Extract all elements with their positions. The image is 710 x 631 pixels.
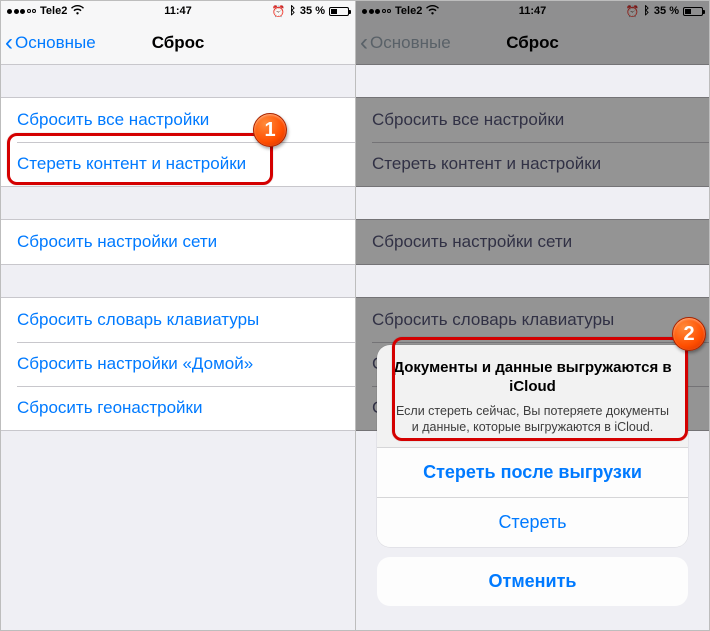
sheet-body: Если стереть сейчас, Вы потеряете докуме… <box>393 403 672 436</box>
erase-after-upload-button[interactable]: Стереть после выгрузки <box>377 447 688 497</box>
page-title: Сброс <box>356 33 709 53</box>
nav-bar: ‹ Основные Сброс <box>1 21 355 65</box>
callout-badge-1: 1 <box>253 113 287 147</box>
phone-right: Tele2 11:47 ⏰ ᛒ 35 % ‹ Основные Сброс <box>355 1 709 630</box>
reset-group-1: Сбросить все настройки Стереть контент и… <box>1 97 355 187</box>
reset-location[interactable]: Сбросить геонастройки <box>1 386 355 430</box>
erase-content-settings[interactable]: Стереть контент и настройки <box>1 142 355 186</box>
reset-network[interactable]: Сбросить настройки сети <box>1 220 355 264</box>
action-sheet: Документы и данные выгружаются в iCloud … <box>377 345 688 606</box>
page-title: Сброс <box>1 33 355 53</box>
clock: 11:47 <box>1 5 355 17</box>
reset-group-3: Сбросить словарь клавиатуры Сбросить нас… <box>1 297 355 431</box>
action-sheet-backdrop: Документы и данные выгружаются в iCloud … <box>356 65 709 630</box>
phone-left: Tele2 11:47 ⏰ ᛒ 35 % ‹ Основные Сброс <box>1 1 355 630</box>
battery-icon <box>683 7 703 16</box>
callout-badge-2: 2 <box>672 317 706 351</box>
erase-now-button[interactable]: Стереть <box>377 497 688 547</box>
reset-list: Сбросить все настройки Стереть контент и… <box>1 97 355 431</box>
reset-all-settings[interactable]: Сбросить все настройки <box>1 98 355 142</box>
reset-keyboard-dict[interactable]: Сбросить словарь клавиатуры <box>1 298 355 342</box>
cancel-button[interactable]: Отменить <box>377 557 688 606</box>
reset-group-2: Сбросить настройки сети <box>1 219 355 265</box>
nav-bar: ‹ Основные Сброс <box>356 21 709 65</box>
battery-icon <box>329 7 349 16</box>
clock: 11:47 <box>356 5 709 17</box>
reset-home-layout[interactable]: Сбросить настройки «Домой» <box>1 342 355 386</box>
sheet-title: Документы и данные выгружаются в iCloud <box>393 359 672 397</box>
action-sheet-card: Документы и данные выгружаются в iCloud … <box>377 345 688 547</box>
status-bar: Tele2 11:47 ⏰ ᛒ 35 % <box>1 1 355 21</box>
sheet-message: Документы и данные выгружаются в iCloud … <box>377 345 688 447</box>
tutorial-two-up: Tele2 11:47 ⏰ ᛒ 35 % ‹ Основные Сброс <box>0 0 710 631</box>
status-bar: Tele2 11:47 ⏰ ᛒ 35 % <box>356 1 709 21</box>
